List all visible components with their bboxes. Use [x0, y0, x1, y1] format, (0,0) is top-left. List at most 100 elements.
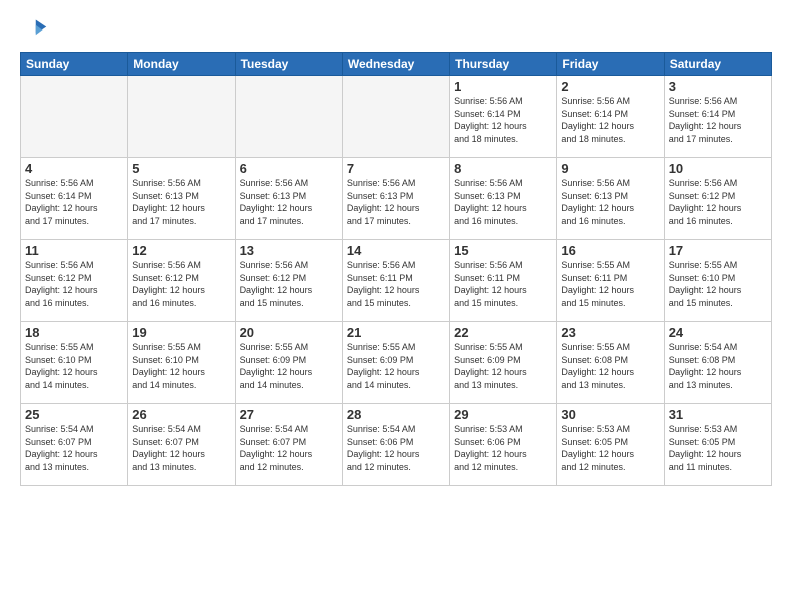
day-info: Sunrise: 5:56 AM Sunset: 6:12 PM Dayligh… — [240, 259, 338, 309]
day-cell: 30Sunrise: 5:53 AM Sunset: 6:05 PM Dayli… — [557, 404, 664, 486]
weekday-header-tuesday: Tuesday — [235, 53, 342, 76]
day-cell: 10Sunrise: 5:56 AM Sunset: 6:12 PM Dayli… — [664, 158, 771, 240]
weekday-header-sunday: Sunday — [21, 53, 128, 76]
day-info: Sunrise: 5:56 AM Sunset: 6:14 PM Dayligh… — [561, 95, 659, 145]
day-cell: 27Sunrise: 5:54 AM Sunset: 6:07 PM Dayli… — [235, 404, 342, 486]
weekday-header-monday: Monday — [128, 53, 235, 76]
day-number: 17 — [669, 243, 767, 258]
day-cell: 19Sunrise: 5:55 AM Sunset: 6:10 PM Dayli… — [128, 322, 235, 404]
day-cell: 15Sunrise: 5:56 AM Sunset: 6:11 PM Dayli… — [450, 240, 557, 322]
day-info: Sunrise: 5:56 AM Sunset: 6:13 PM Dayligh… — [347, 177, 445, 227]
day-cell: 9Sunrise: 5:56 AM Sunset: 6:13 PM Daylig… — [557, 158, 664, 240]
day-cell: 26Sunrise: 5:54 AM Sunset: 6:07 PM Dayli… — [128, 404, 235, 486]
day-cell: 6Sunrise: 5:56 AM Sunset: 6:13 PM Daylig… — [235, 158, 342, 240]
day-cell: 25Sunrise: 5:54 AM Sunset: 6:07 PM Dayli… — [21, 404, 128, 486]
day-number: 8 — [454, 161, 552, 176]
day-info: Sunrise: 5:56 AM Sunset: 6:14 PM Dayligh… — [454, 95, 552, 145]
day-number: 1 — [454, 79, 552, 94]
day-cell: 7Sunrise: 5:56 AM Sunset: 6:13 PM Daylig… — [342, 158, 449, 240]
day-info: Sunrise: 5:54 AM Sunset: 6:07 PM Dayligh… — [25, 423, 123, 473]
day-cell — [342, 76, 449, 158]
day-number: 20 — [240, 325, 338, 340]
day-info: Sunrise: 5:56 AM Sunset: 6:11 PM Dayligh… — [454, 259, 552, 309]
day-cell: 20Sunrise: 5:55 AM Sunset: 6:09 PM Dayli… — [235, 322, 342, 404]
day-cell: 21Sunrise: 5:55 AM Sunset: 6:09 PM Dayli… — [342, 322, 449, 404]
day-info: Sunrise: 5:54 AM Sunset: 6:06 PM Dayligh… — [347, 423, 445, 473]
day-number: 11 — [25, 243, 123, 258]
day-cell: 24Sunrise: 5:54 AM Sunset: 6:08 PM Dayli… — [664, 322, 771, 404]
day-info: Sunrise: 5:56 AM Sunset: 6:13 PM Dayligh… — [561, 177, 659, 227]
day-cell: 4Sunrise: 5:56 AM Sunset: 6:14 PM Daylig… — [21, 158, 128, 240]
day-cell: 31Sunrise: 5:53 AM Sunset: 6:05 PM Dayli… — [664, 404, 771, 486]
day-number: 14 — [347, 243, 445, 258]
weekday-header-row: SundayMondayTuesdayWednesdayThursdayFrid… — [21, 53, 772, 76]
day-number: 21 — [347, 325, 445, 340]
weekday-header-friday: Friday — [557, 53, 664, 76]
day-number: 18 — [25, 325, 123, 340]
week-row-3: 11 Sunrise: 5:56 AM Sunset: 6:12 PM Dayli… — [21, 240, 772, 322]
day-cell: 5Sunrise: 5:56 AM Sunset: 6:13 PM Daylig… — [128, 158, 235, 240]
day-info: Sunrise: 5:55 AM Sunset: 6:10 PM Dayligh… — [132, 341, 230, 391]
calendar-table: SundayMondayTuesdayWednesdayThursdayFrid… — [20, 52, 772, 486]
day-cell: 17Sunrise: 5:55 AM Sunset: 6:10 PM Dayli… — [664, 240, 771, 322]
day-info: Sunrise: 5:55 AM Sunset: 6:09 PM Dayligh… — [347, 341, 445, 391]
day-info: Sunrise: 5:53 AM Sunset: 6:05 PM Dayligh… — [669, 423, 767, 473]
day-number: 30 — [561, 407, 659, 422]
day-cell: 8Sunrise: 5:56 AM Sunset: 6:13 PM Daylig… — [450, 158, 557, 240]
day-number: 16 — [561, 243, 659, 258]
day-cell: 13Sunrise: 5:56 AM Sunset: 6:12 PM Dayli… — [235, 240, 342, 322]
day-cell — [21, 76, 128, 158]
day-number: 28 — [347, 407, 445, 422]
day-number: 6 — [240, 161, 338, 176]
day-number: 22 — [454, 325, 552, 340]
logo-icon — [20, 16, 48, 44]
day-number: 23 — [561, 325, 659, 340]
day-number: 13 — [240, 243, 338, 258]
day-number: 4 — [25, 161, 123, 176]
day-number: 25 — [25, 407, 123, 422]
day-cell: 16Sunrise: 5:55 AM Sunset: 6:11 PM Dayli… — [557, 240, 664, 322]
day-number: 26 — [132, 407, 230, 422]
day-info: Sunrise: 5:53 AM Sunset: 6:06 PM Dayligh… — [454, 423, 552, 473]
week-row-5: 25Sunrise: 5:54 AM Sunset: 6:07 PM Dayli… — [21, 404, 772, 486]
weekday-header-thursday: Thursday — [450, 53, 557, 76]
day-info: Sunrise: 5:56 AM Sunset: 6:12 PM Dayligh… — [669, 177, 767, 227]
day-info: Sunrise: 5:56 AM Sunset: 6:13 PM Dayligh… — [240, 177, 338, 227]
day-info: Sunrise: 5:56 AM Sunset: 6:13 PM Dayligh… — [454, 177, 552, 227]
day-info: Sunrise: 5:54 AM Sunset: 6:08 PM Dayligh… — [669, 341, 767, 391]
day-cell — [128, 76, 235, 158]
day-info: Sunrise: 5:55 AM Sunset: 6:11 PM Dayligh… — [561, 259, 659, 309]
day-cell: 2Sunrise: 5:56 AM Sunset: 6:14 PM Daylig… — [557, 76, 664, 158]
day-info: Sunrise: 5:56 AM Sunset: 6:11 PM Dayligh… — [347, 259, 445, 309]
day-cell: 14Sunrise: 5:56 AM Sunset: 6:11 PM Dayli… — [342, 240, 449, 322]
day-number: 15 — [454, 243, 552, 258]
day-number: 2 — [561, 79, 659, 94]
day-info: Sunrise: 5:55 AM Sunset: 6:08 PM Dayligh… — [561, 341, 659, 391]
page: SundayMondayTuesdayWednesdayThursdayFrid… — [0, 0, 792, 612]
header — [20, 16, 772, 44]
day-cell — [235, 76, 342, 158]
weekday-header-saturday: Saturday — [664, 53, 771, 76]
day-info: Sunrise: 5:54 AM Sunset: 6:07 PM Dayligh… — [240, 423, 338, 473]
day-info: Sunrise: 5:55 AM Sunset: 6:09 PM Dayligh… — [454, 341, 552, 391]
day-number: 19 — [132, 325, 230, 340]
day-number: 31 — [669, 407, 767, 422]
logo — [20, 16, 52, 44]
day-cell: 1Sunrise: 5:56 AM Sunset: 6:14 PM Daylig… — [450, 76, 557, 158]
day-info: Sunrise: 5:55 AM Sunset: 6:10 PM Dayligh… — [669, 259, 767, 309]
day-cell: 22Sunrise: 5:55 AM Sunset: 6:09 PM Dayli… — [450, 322, 557, 404]
week-row-4: 18 Sunrise: 5:55 AM Sunset: 6:10 PM Dayli… — [21, 322, 772, 404]
day-cell: 29Sunrise: 5:53 AM Sunset: 6:06 PM Dayli… — [450, 404, 557, 486]
day-info: Sunrise: 5:56 AM Sunset: 6:14 PM Dayligh… — [669, 95, 767, 145]
day-cell: 11Sunrise: 5:56 AM Sunset: 6:12 PM Dayli… — [21, 240, 128, 322]
day-info: Sunrise: 5:54 AM Sunset: 6:07 PM Dayligh… — [132, 423, 230, 473]
day-number: 3 — [669, 79, 767, 94]
day-number: 29 — [454, 407, 552, 422]
week-row-2: 4Sunrise: 5:56 AM Sunset: 6:14 PM Daylig… — [21, 158, 772, 240]
day-cell: 23Sunrise: 5:55 AM Sunset: 6:08 PM Dayli… — [557, 322, 664, 404]
day-cell: 12Sunrise: 5:56 AM Sunset: 6:12 PM Dayli… — [128, 240, 235, 322]
day-cell: 28Sunrise: 5:54 AM Sunset: 6:06 PM Dayli… — [342, 404, 449, 486]
weekday-header-wednesday: Wednesday — [342, 53, 449, 76]
day-number: 27 — [240, 407, 338, 422]
day-number: 7 — [347, 161, 445, 176]
